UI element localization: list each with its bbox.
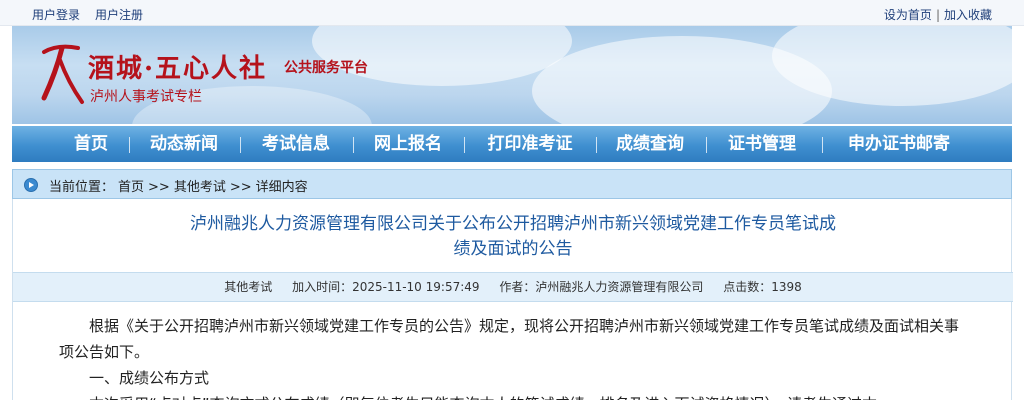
arrow-circle-icon [24, 178, 38, 192]
breadcrumb-current: 详细内容 [255, 180, 308, 195]
article-meta: 其他考试 加入时间：2025-11-10 19:57:49 作者：泸州融兆人力资… [13, 272, 1013, 302]
nav-item-home[interactable]: 首页 [58, 126, 124, 162]
top-right-links: 设为首页 | 加入收藏 [884, 6, 992, 23]
main-nav: 首页 动态新闻 考试信息 网上报名 打印准考证 成绩查询 证书管理 申办证书邮寄 [12, 126, 1012, 162]
breadcrumb-home-link[interactable]: 首页 [118, 180, 144, 195]
jiu-calligraphy-logo-icon [41, 44, 84, 104]
set-home-link[interactable]: 设为首页 [884, 8, 932, 22]
article-title-line: 泸州融兆人力资源管理有限公司关于公布公开招聘泸州市新兴领域党建工作专员笔试成 [190, 214, 836, 234]
login-link[interactable]: 用户登录 [32, 6, 80, 23]
breadcrumb-category-link[interactable]: 其他考试 [174, 180, 226, 195]
breadcrumb-prefix: 当前位置： [49, 180, 115, 195]
nav-item-certificate-mail[interactable]: 申办证书邮寄 [834, 126, 964, 162]
article-paragraph: 根据《关于公开招聘泸州市新兴领域党建工作专员的公告》规定，现将公开招聘泸州市新兴… [59, 317, 960, 361]
nav-item-print-admission[interactable]: 打印准考证 [474, 126, 586, 162]
register-link[interactable]: 用户注册 [95, 6, 143, 23]
site-tagline: 公共服务平台 [284, 60, 368, 76]
breadcrumb-separator: >> [229, 180, 252, 195]
meta-time: 加入时间：2025-11-10 19:57:49 [292, 280, 480, 294]
nav-item-certificate[interactable]: 证书管理 [716, 126, 808, 162]
nav-item-online-registration[interactable]: 网上报名 [362, 126, 454, 162]
breadcrumb-path: 当前位置： 首页 >> 其他考试 >> 详细内容 [49, 176, 312, 195]
nav-item-score-query[interactable]: 成绩查询 [604, 126, 696, 162]
article-body: 根据《关于公开招聘泸州市新兴领域党建工作专员的公告》规定，现将公开招聘泸州市新兴… [59, 313, 971, 400]
nav-item-exam-info[interactable]: 考试信息 [250, 126, 342, 162]
meta-category: 其他考试 [224, 280, 273, 294]
nav-item-news[interactable]: 动态新闻 [138, 126, 230, 162]
meta-author: 作者：泸州融兆人力资源管理有限公司 [499, 280, 704, 294]
article-title-line: 绩及面试的公告 [453, 239, 573, 259]
meta-clicks: 点击数：1398 [723, 280, 802, 294]
topbar-separator: | [935, 8, 940, 22]
add-favorite-link[interactable]: 加入收藏 [944, 8, 992, 22]
site-title: 酒城·五心人社 [88, 54, 268, 84]
article-title: 泸州融兆人力资源管理有限公司关于公布公开招聘泸州市新兴领域党建工作专员笔试成 绩… [13, 212, 1013, 262]
top-utility-bar: 用户登录 用户注册 设为首页 | 加入收藏 [0, 0, 1024, 26]
site-banner: 酒城·五心人社 公共服务平台 泸州人事考试专栏 [12, 26, 1012, 124]
breadcrumb-separator: >> [148, 180, 170, 195]
breadcrumb: 当前位置： 首页 >> 其他考试 >> 详细内容 [12, 169, 1012, 199]
article: 泸州融兆人力资源管理有限公司关于公布公开招聘泸州市新兴领域党建工作专员笔试成 绩… [12, 199, 1013, 400]
site-subtitle: 泸州人事考试专栏 [90, 89, 202, 105]
article-section-heading: 一、成绩公布方式 [89, 369, 210, 387]
article-paragraph: 本次采用“点对点”查询方式公布成绩（即每位考生只能查询本人的笔试成绩、排名及进入… [59, 391, 971, 400]
